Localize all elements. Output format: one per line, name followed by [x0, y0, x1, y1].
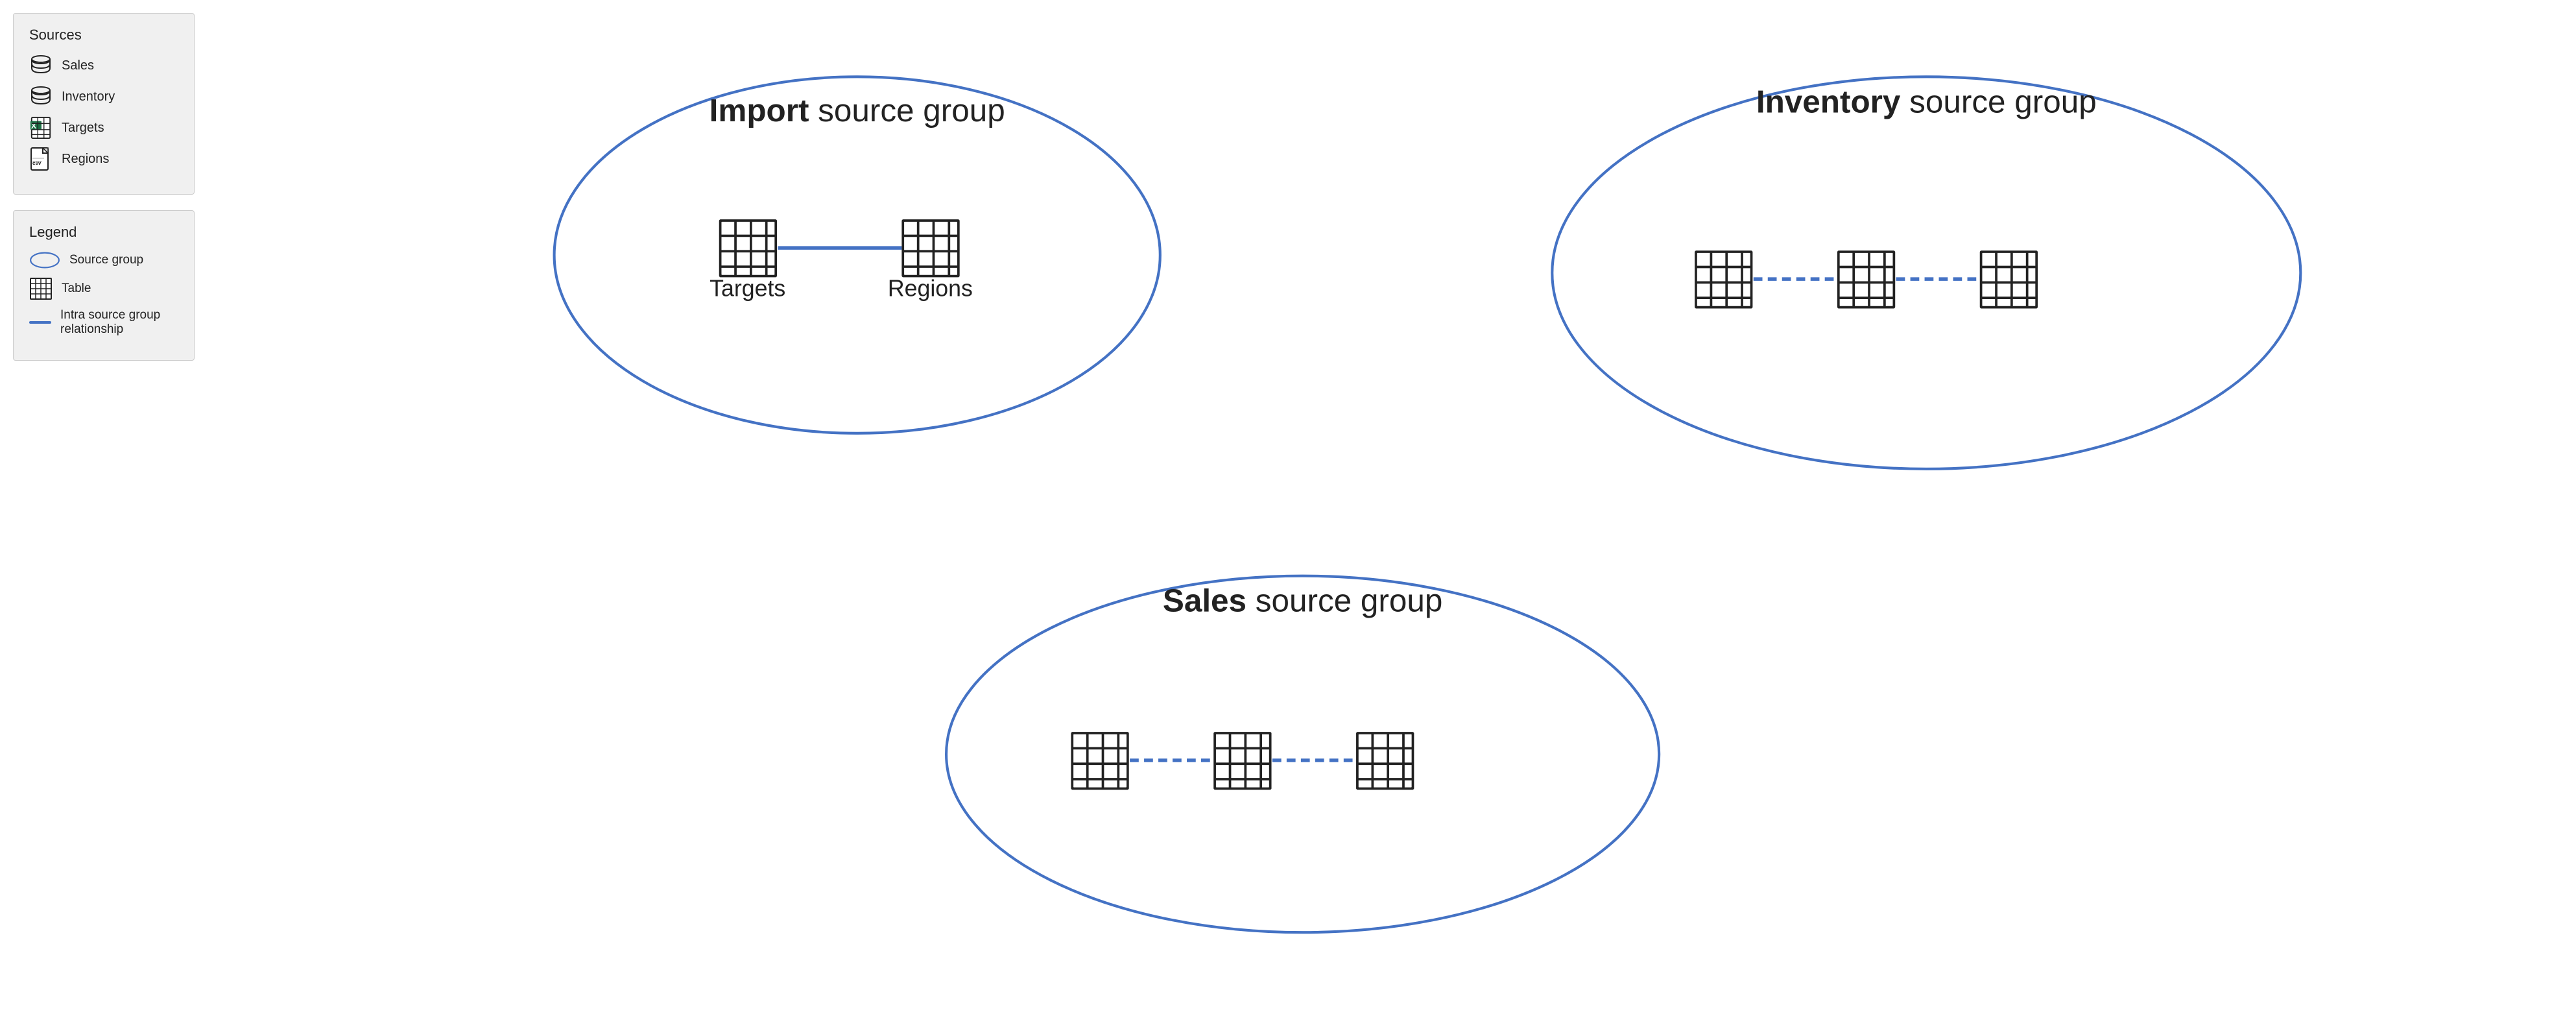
source-label-inventory: Inventory — [62, 90, 115, 104]
legend-ellipse-icon — [29, 251, 60, 269]
database-icon-inventory — [29, 85, 53, 108]
svg-text:Inventory source group: Inventory source group — [1756, 84, 2097, 119]
legend-line-icon — [29, 321, 51, 324]
legend-item-source-group: Source group — [29, 251, 178, 269]
sales-table3-icon — [1357, 733, 1413, 789]
sales-table2-icon — [1215, 733, 1270, 789]
svg-text:Regions: Regions — [888, 275, 973, 301]
import-group: Import source group Targets Regions — [555, 77, 1160, 433]
legend-relationship-label: Intra source group relationship — [60, 308, 178, 337]
svg-text:Import source group: Import source group — [710, 93, 1005, 128]
source-item-targets: X Targets — [29, 116, 178, 139]
source-item-sales: Sales — [29, 54, 178, 77]
legend-source-group-label: Source group — [69, 253, 143, 267]
diagram-svg: Import source group Targets Regions Inve… — [233, 19, 2550, 1008]
inventory-table2-icon — [1838, 252, 1894, 308]
legend-item-table: Table — [29, 277, 178, 300]
import-targets-table-icon — [720, 221, 776, 276]
sources-title: Sources — [29, 27, 178, 43]
csv-icon-regions: csv — [29, 147, 53, 171]
main-diagram-area: Import source group Targets Regions Inve… — [208, 0, 2576, 1027]
inventory-table3-icon — [1981, 252, 2036, 308]
legend-table-icon — [29, 277, 53, 300]
svg-text:Sales source group: Sales source group — [1163, 583, 1443, 619]
inventory-table1-icon — [1696, 252, 1752, 308]
source-item-regions: csv Regions — [29, 147, 178, 171]
legend-title: Legend — [29, 224, 178, 241]
source-label-targets: Targets — [62, 121, 104, 136]
sales-group: Sales source group — [946, 576, 1659, 933]
excel-icon-targets: X — [29, 116, 53, 139]
legend-panel: Legend Source group Table Intra — [13, 210, 195, 361]
source-label-sales: Sales — [62, 58, 94, 73]
source-item-inventory: Inventory — [29, 85, 178, 108]
svg-text:Targets: Targets — [710, 275, 785, 301]
svg-text:X: X — [31, 121, 37, 130]
left-panel: Sources Sales — [0, 0, 208, 1027]
source-label-regions: Regions — [62, 152, 109, 167]
svg-text:csv: csv — [32, 160, 42, 166]
inventory-group: Inventory source group — [1552, 77, 2300, 468]
sales-table1-icon — [1072, 733, 1128, 789]
legend-item-relationship: Intra source group relationship — [29, 308, 178, 337]
import-regions-table-icon — [903, 221, 959, 276]
sources-panel: Sources Sales — [13, 13, 195, 195]
legend-table-label: Table — [62, 282, 91, 296]
database-icon-sales — [29, 54, 53, 77]
